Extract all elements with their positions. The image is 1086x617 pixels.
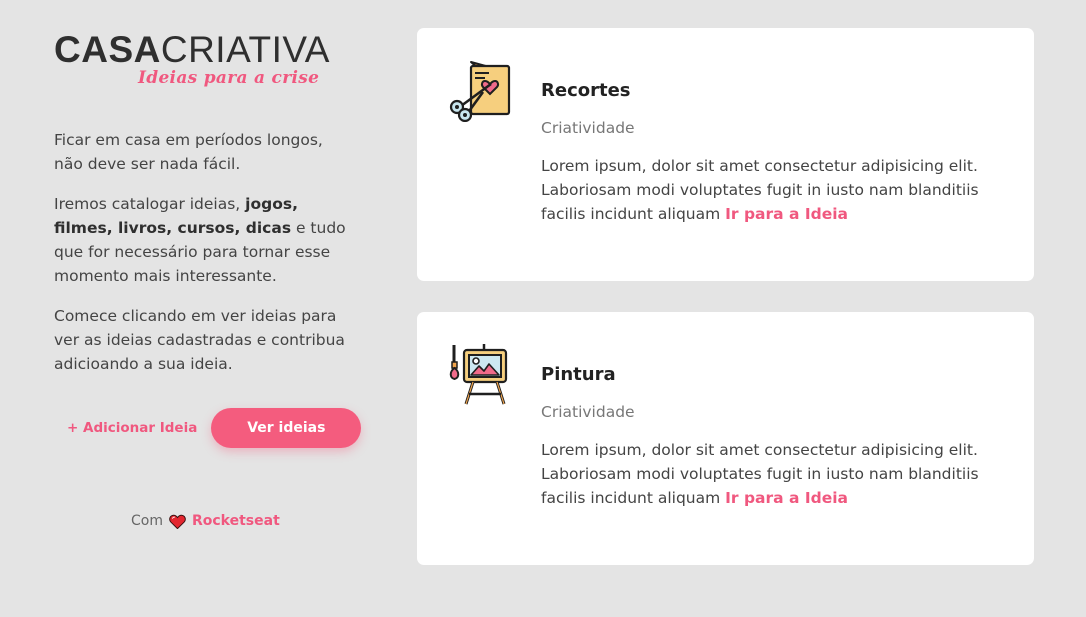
logo-word-light: CRIATIVA	[160, 29, 330, 70]
idea-card: Pintura Criatividade Lorem ipsum, dolor …	[417, 312, 1034, 565]
intro-text: Ficar em casa em períodos longos, não de…	[54, 128, 354, 376]
see-ideas-button[interactable]: Ver ideias	[211, 408, 362, 448]
logo-wordmark: CASACRIATIVA	[54, 30, 354, 70]
idea-title: Pintura	[541, 364, 616, 385]
idea-card-body: Pintura Criatividade Lorem ipsum, dolor …	[541, 362, 1011, 510]
intro-p2-before: Iremos catalogar ideias,	[54, 195, 246, 213]
idea-description: Lorem ipsum, dolor sit amet consectetur …	[541, 438, 1011, 510]
logo-word-bold: CASA	[54, 29, 161, 70]
idea-card: Recortes Criatividade Lorem ipsum, dolor…	[417, 28, 1034, 281]
credits-prefix: Com	[131, 513, 163, 529]
heart-icon	[169, 514, 186, 529]
sidebar: CASACRIATIVA Ideias para a crise Ficar e…	[54, 30, 362, 529]
logo[interactable]: CASACRIATIVA Ideias para a crise	[54, 30, 354, 92]
scissors-card-icon	[447, 58, 511, 123]
intro-paragraph-2: Iremos catalogar ideias, jogos, filmes, …	[54, 192, 354, 288]
actions: + Adicionar Ideia Ver ideias	[67, 408, 362, 448]
logo-tagline: Ideias para a crise	[138, 68, 320, 88]
intro-paragraph-3: Comece clicando em ver ideias para ver a…	[54, 307, 345, 373]
idea-category: Criatividade	[541, 403, 635, 421]
idea-link[interactable]: Ir para a Ideia	[725, 489, 848, 507]
idea-link[interactable]: Ir para a Ideia	[725, 205, 848, 223]
idea-card-body: Recortes Criatividade Lorem ipsum, dolor…	[541, 78, 1011, 226]
credits: Com Rocketseat	[131, 513, 280, 529]
idea-title: Recortes	[541, 80, 631, 101]
intro-paragraph-1: Ficar em casa em períodos longos, não de…	[54, 131, 323, 173]
rocketseat-link[interactable]: Rocketseat	[192, 513, 280, 529]
add-idea-link[interactable]: + Adicionar Ideia	[67, 420, 197, 436]
page: CASACRIATIVA Ideias para a crise Ficar e…	[0, 0, 1086, 617]
idea-category: Criatividade	[541, 119, 635, 137]
idea-description: Lorem ipsum, dolor sit amet consectetur …	[541, 154, 1011, 226]
easel-painting-icon	[447, 342, 511, 406]
